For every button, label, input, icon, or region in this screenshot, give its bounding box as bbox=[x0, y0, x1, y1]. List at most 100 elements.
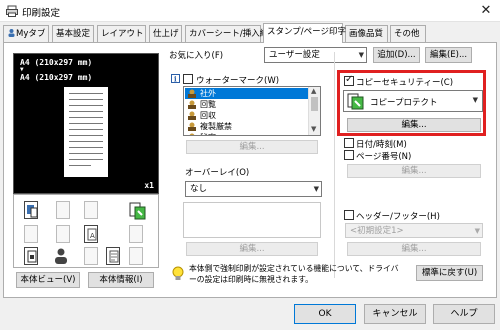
scroll-up-icon[interactable]: ▲ bbox=[311, 87, 316, 95]
list-item-label: 秘密 bbox=[200, 132, 216, 135]
tab-other[interactable]: その他 bbox=[390, 25, 426, 42]
list-item[interactable]: 回収 bbox=[185, 110, 309, 121]
insert-icon bbox=[106, 247, 120, 265]
watermark-edit-button[interactable]: 編集... bbox=[186, 140, 318, 154]
stamp-icon bbox=[24, 247, 38, 265]
output-size-text: A4 (210x297 mm) bbox=[20, 73, 93, 82]
ok-button[interactable]: OK bbox=[294, 304, 356, 324]
tab-layout[interactable]: レイアウト bbox=[97, 25, 146, 42]
header-footer-value: <初期設定1> bbox=[350, 226, 404, 236]
copy-protect-icon bbox=[347, 93, 364, 110]
overlay-select[interactable]: なし ▼ bbox=[185, 181, 322, 197]
fold-icon bbox=[129, 225, 143, 243]
copy-security-label: コピーセキュリティー(C) bbox=[356, 78, 454, 88]
window-title: 印刷設定 bbox=[22, 8, 61, 19]
chevron-down-icon: ▼ bbox=[358, 51, 364, 59]
watermark-item-icon bbox=[188, 122, 196, 131]
page-number-label: ページ番号(N) bbox=[356, 152, 412, 162]
watermark-item-icon bbox=[189, 133, 195, 135]
chevron-down-icon: ▼ bbox=[474, 227, 480, 235]
watermark-item-icon bbox=[188, 111, 196, 120]
tab-stamp-page-print[interactable]: スタンプ/ページ印字 bbox=[263, 23, 346, 43]
list-item[interactable]: 社外 bbox=[185, 88, 309, 99]
header-footer-edit-button[interactable]: 編集... bbox=[347, 242, 481, 256]
tab-image-quality[interactable]: 画像品質 bbox=[345, 25, 388, 42]
overlay-label: オーバーレイ(O) bbox=[185, 168, 250, 178]
overlay-icon bbox=[129, 247, 143, 265]
header-footer-checkbox[interactable] bbox=[344, 210, 354, 220]
watermark-label: ウォーターマーク(W) bbox=[196, 76, 280, 86]
overlay-list[interactable] bbox=[183, 202, 321, 238]
arrow-down-icon: ▼ bbox=[20, 66, 24, 73]
list-item-label: 回収 bbox=[200, 111, 216, 120]
section-divider bbox=[334, 52, 335, 278]
tab-my-tab[interactable]: Myタブ bbox=[3, 25, 49, 42]
list-item-label: 複製厳禁 bbox=[200, 122, 232, 131]
staple-icon bbox=[84, 201, 98, 219]
tab-cover-sheet[interactable]: カバーシート/挿入紙 bbox=[185, 25, 268, 42]
list-item[interactable]: 回覧 bbox=[185, 99, 309, 110]
restore-defaults-button[interactable]: 標準に戻す(U) bbox=[416, 265, 483, 281]
list-item-label: 社外 bbox=[200, 89, 216, 98]
info-bar: 本体側で強制印刷が設定されている機能について、ドライバーの設定は印刷時に無視され… bbox=[168, 262, 488, 290]
watermark-list[interactable]: 社外 回覧 回収 複製厳禁 秘密 bbox=[183, 86, 321, 136]
date-time-label: 日付/時刻(M) bbox=[356, 140, 407, 150]
duplex-icon bbox=[56, 201, 70, 219]
header-footer-label: ヘッダー/フッター(H) bbox=[356, 212, 440, 222]
watermark-list-scrollbar[interactable]: ▲ ▼ bbox=[308, 87, 320, 135]
info-text: 本体側で強制印刷が設定されている機能について、ドライバーの設定は印刷時に無視され… bbox=[189, 264, 399, 284]
info-bulb-icon bbox=[172, 266, 184, 280]
list-item-label: 回覧 bbox=[200, 100, 216, 109]
watermark-item-icon bbox=[188, 100, 196, 109]
favorites-select[interactable]: ユーザー設定 ▼ bbox=[264, 47, 367, 63]
header-footer-select[interactable]: <初期設定1> ▼ bbox=[345, 223, 483, 238]
info-icon: i bbox=[171, 74, 180, 83]
scroll-down-icon[interactable]: ▼ bbox=[311, 125, 316, 133]
tab-basic-settings[interactable]: 基本設定 bbox=[52, 25, 94, 42]
favorites-value: ユーザー設定 bbox=[269, 50, 320, 60]
original-size-text: A4 (210x297 mm) bbox=[20, 58, 93, 67]
tab-label: Myタブ bbox=[16, 29, 46, 39]
feature-icon-grid: A bbox=[13, 194, 159, 268]
help-button[interactable]: ヘルプ bbox=[433, 304, 495, 324]
print-preview: A4 (210x297 mm) ▼ A4 (210x297 mm) x1 bbox=[13, 53, 159, 194]
device-view-button[interactable]: 本体ビュー(V) bbox=[16, 272, 80, 288]
edit-favorite-button[interactable]: 編集(E)... bbox=[425, 47, 472, 63]
page-icon bbox=[24, 201, 38, 219]
page-number-checkbox[interactable] bbox=[344, 150, 354, 160]
paper-preview bbox=[64, 87, 108, 177]
date-time-checkbox[interactable] bbox=[344, 138, 354, 148]
cover-icon bbox=[84, 247, 98, 265]
page-number-edit-button[interactable]: 編集... bbox=[347, 164, 481, 178]
title-bar: 印刷設定 ✕ bbox=[0, 0, 500, 22]
user-icon bbox=[52, 247, 70, 265]
close-button[interactable]: ✕ bbox=[478, 3, 494, 19]
copy-security-select[interactable]: コピープロテクト ▼ bbox=[343, 90, 483, 112]
list-item[interactable]: 複製厳禁 bbox=[185, 121, 309, 132]
copy-security-value: コピープロテクト bbox=[370, 98, 438, 108]
copy-security-edit-button[interactable]: 編集... bbox=[347, 118, 481, 132]
scrollbar-thumb[interactable] bbox=[311, 97, 318, 111]
punch-icon: A bbox=[84, 225, 98, 243]
svg-text:A: A bbox=[90, 232, 95, 240]
tab-finishing[interactable]: 仕上げ bbox=[149, 25, 182, 42]
copy-protect-icon bbox=[129, 201, 146, 220]
add-favorite-button[interactable]: 追加(D)... bbox=[373, 47, 420, 63]
booklet-icon bbox=[56, 225, 70, 243]
cancel-button[interactable]: キャンセル bbox=[364, 304, 426, 324]
printer-icon bbox=[6, 5, 18, 17]
watermark-item-icon bbox=[188, 89, 196, 98]
list-item[interactable]: 秘密 bbox=[185, 132, 309, 135]
watermark-checkbox[interactable] bbox=[183, 74, 193, 84]
overlay-value: なし bbox=[190, 184, 208, 194]
copies-count: x1 bbox=[144, 181, 154, 190]
svg-text:i: i bbox=[174, 75, 177, 84]
chevron-down-icon: ▼ bbox=[313, 185, 319, 193]
overlay-edit-button[interactable]: 編集... bbox=[186, 242, 318, 256]
favorites-label: お気に入り(F) bbox=[169, 51, 224, 61]
chevron-down-icon: ▼ bbox=[472, 96, 478, 104]
person-icon bbox=[8, 29, 15, 37]
device-info-button[interactable]: 本体情報(I) bbox=[88, 272, 154, 288]
layout-icon bbox=[24, 225, 38, 243]
copy-security-checkbox[interactable] bbox=[344, 74, 354, 86]
